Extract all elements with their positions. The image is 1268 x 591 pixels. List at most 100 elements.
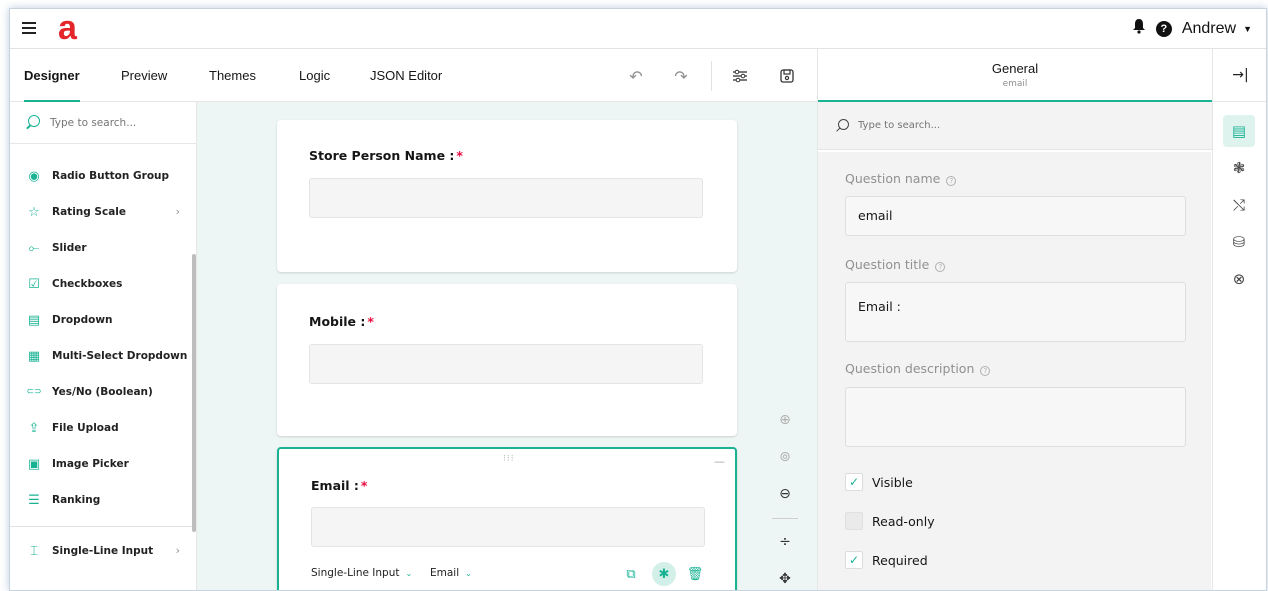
user-area: ? Andrew ▼ bbox=[1132, 18, 1252, 39]
tab-json-editor[interactable]: JSON Editor bbox=[370, 49, 442, 102]
tab-designer[interactable]: Designer bbox=[24, 49, 80, 102]
hamburger-menu-icon[interactable] bbox=[20, 19, 40, 39]
toolbox-item-label: Checkboxes bbox=[52, 278, 123, 290]
toolbox-list: ◉ Radio Button Group ☆ Rating Scale › ⟜ … bbox=[10, 158, 192, 569]
property-fields: Question name? email Question title? Ema… bbox=[818, 152, 1211, 590]
zoom-reset-icon[interactable]: ⊚ bbox=[772, 444, 798, 470]
info-icon: ? bbox=[980, 366, 991, 376]
drag-handle-icon[interactable]: ⁝⁝⁝ bbox=[503, 454, 515, 464]
toolbox-item-rating-scale[interactable]: ☆ Rating Scale › bbox=[10, 194, 192, 230]
expand-all-icon[interactable]: ✥ bbox=[772, 566, 798, 590]
question-input[interactable] bbox=[311, 507, 705, 547]
question-footer: Single-Line Input ⌄ Email ⌄ ⧉ ✱ 🗑 bbox=[311, 562, 705, 587]
validation-tab-icon[interactable]: ⊗ bbox=[1223, 263, 1255, 295]
checkmark-icon: ✓ bbox=[845, 551, 863, 569]
collapse-icon[interactable]: — bbox=[714, 455, 725, 468]
toolbox-item-label: Ranking bbox=[52, 494, 101, 506]
toolbox-item-dropdown[interactable]: ▤ Dropdown bbox=[10, 302, 192, 338]
question-description-label: Question description? bbox=[845, 361, 991, 376]
toolbar-divider bbox=[711, 61, 712, 91]
required-mark: * bbox=[456, 148, 463, 163]
dropdown-icon: ▤ bbox=[27, 312, 41, 328]
zoom-controls: ⊕ ⊚ ⊖ ÷ ✥ bbox=[772, 407, 798, 590]
caret-down-icon: ▼ bbox=[1243, 23, 1252, 34]
toolbox-item-label: Yes/No (Boolean) bbox=[52, 386, 153, 398]
question-input[interactable] bbox=[309, 178, 703, 218]
question-title: Email : * bbox=[311, 478, 368, 493]
input-type-dropdown[interactable]: Email ⌄ bbox=[430, 567, 472, 579]
toolbox-item-image-picker[interactable]: ▣ Image Picker bbox=[10, 446, 192, 482]
multi-select-icon: ▦ bbox=[27, 348, 41, 364]
redo-icon[interactable]: ↷ bbox=[670, 65, 692, 87]
toolbox-search-input[interactable] bbox=[50, 116, 190, 129]
question-description-input[interactable] bbox=[845, 387, 1186, 447]
question-name-input[interactable]: email bbox=[845, 196, 1186, 236]
toolbox-scrollbar[interactable] bbox=[192, 254, 196, 532]
toolbox-item-slider[interactable]: ⟜ Slider bbox=[10, 230, 192, 266]
duplicate-icon[interactable]: ⧉ bbox=[619, 562, 643, 586]
tab-logic[interactable]: Logic bbox=[299, 49, 330, 102]
chevron-right-icon[interactable]: › bbox=[176, 544, 180, 557]
designer-toolbar: Designer Preview Themes Logic JSON Edito… bbox=[10, 49, 817, 102]
toolbox-item-file-upload[interactable]: ⇪ File Upload bbox=[10, 410, 192, 446]
search-icon bbox=[834, 118, 850, 134]
question-card-mobile[interactable]: Mobile : * bbox=[277, 284, 737, 436]
undo-icon[interactable]: ↶ bbox=[625, 65, 647, 87]
property-category-title: General bbox=[991, 61, 1039, 76]
general-tab-icon[interactable]: ▤ bbox=[1223, 115, 1255, 147]
property-category-header[interactable]: General email bbox=[818, 49, 1212, 102]
tab-themes[interactable]: Themes bbox=[209, 49, 256, 102]
visible-checkbox[interactable]: ✓ Visible bbox=[845, 473, 913, 491]
delete-icon[interactable]: 🗑 bbox=[683, 562, 707, 586]
tab-preview[interactable]: Preview bbox=[121, 49, 167, 102]
slider-icon: ⟜ bbox=[28, 240, 40, 256]
bell-icon[interactable] bbox=[1132, 18, 1146, 39]
property-search bbox=[818, 102, 1212, 150]
question-title-label: Question title? bbox=[845, 257, 946, 272]
theme-tab-icon[interactable]: ❃ bbox=[1223, 152, 1255, 184]
question-card-email[interactable]: ⁝⁝⁝ — Email : * Single-Line Input ⌄ Email ⌄… bbox=[277, 447, 737, 590]
toolbox-item-label: Dropdown bbox=[52, 314, 113, 326]
toolbox-item-label: Multi-Select Dropdown bbox=[52, 350, 188, 362]
property-category-subtitle: email bbox=[1002, 79, 1028, 89]
property-grid: General email Question name? email Quest… bbox=[817, 49, 1212, 590]
chevron-down-icon: ⌄ bbox=[465, 569, 472, 578]
toolbox-item-label: Slider bbox=[52, 242, 87, 254]
toolbox-item-checkboxes[interactable]: ☑ Checkboxes bbox=[10, 266, 192, 302]
survey-canvas: Store Person Name : * Mobile : * ⁝⁝⁝ — Ema… bbox=[197, 102, 817, 590]
question-input[interactable] bbox=[309, 344, 703, 384]
required-mark: * bbox=[367, 314, 374, 329]
zoom-in-icon[interactable]: ⊕ bbox=[772, 407, 798, 433]
save-icon[interactable] bbox=[776, 65, 798, 87]
collapse-panel-icon[interactable]: →| bbox=[1213, 49, 1266, 102]
toolbox-search bbox=[10, 102, 196, 144]
chevron-right-icon[interactable]: › bbox=[176, 205, 180, 218]
toolbox-item-radio-button-group[interactable]: ◉ Radio Button Group bbox=[10, 158, 192, 194]
zoom-divider bbox=[772, 518, 798, 519]
read-only-checkbox[interactable]: Read-only bbox=[845, 512, 935, 530]
question-type-dropdown[interactable]: Single-Line Input ⌄ bbox=[311, 567, 412, 579]
user-menu[interactable]: Andrew ▼ bbox=[1182, 20, 1252, 38]
question-title-input[interactable]: Email : bbox=[845, 282, 1186, 342]
settings-icon[interactable] bbox=[729, 65, 751, 87]
toolbox-item-boolean[interactable]: ⊂⊃ Yes/No (Boolean) bbox=[10, 374, 192, 410]
data-tab-icon[interactable]: ⛁ bbox=[1223, 226, 1255, 258]
toolbox-divider bbox=[10, 526, 192, 527]
ranking-icon: ☰ bbox=[28, 492, 40, 508]
required-toggle-icon[interactable]: ✱ bbox=[652, 562, 676, 586]
toolbox-item-label: File Upload bbox=[52, 422, 119, 434]
toolbox-item-multi-select-dropdown[interactable]: ▦ Multi-Select Dropdown bbox=[10, 338, 192, 374]
question-card-store-person-name[interactable]: Store Person Name : * bbox=[277, 120, 737, 272]
help-icon[interactable]: ? bbox=[1155, 20, 1172, 37]
property-search-input[interactable] bbox=[858, 120, 1058, 131]
collapse-all-icon[interactable]: ÷ bbox=[772, 529, 798, 555]
toolbox-item-single-line-input[interactable]: ⌶ Single-Line Input › bbox=[10, 533, 192, 569]
required-checkbox[interactable]: ✓ Required bbox=[845, 551, 928, 569]
toolbox-item-label: Image Picker bbox=[52, 458, 129, 470]
info-icon: ? bbox=[935, 262, 946, 272]
toolbox-item-label: Rating Scale bbox=[52, 206, 127, 218]
zoom-out-icon[interactable]: ⊖ bbox=[772, 481, 798, 507]
toolbox-item-ranking[interactable]: ☰ Ranking bbox=[10, 482, 192, 518]
text-input-icon: ⌶ bbox=[30, 543, 38, 559]
logic-tab-icon[interactable]: ⤭ bbox=[1223, 189, 1255, 221]
